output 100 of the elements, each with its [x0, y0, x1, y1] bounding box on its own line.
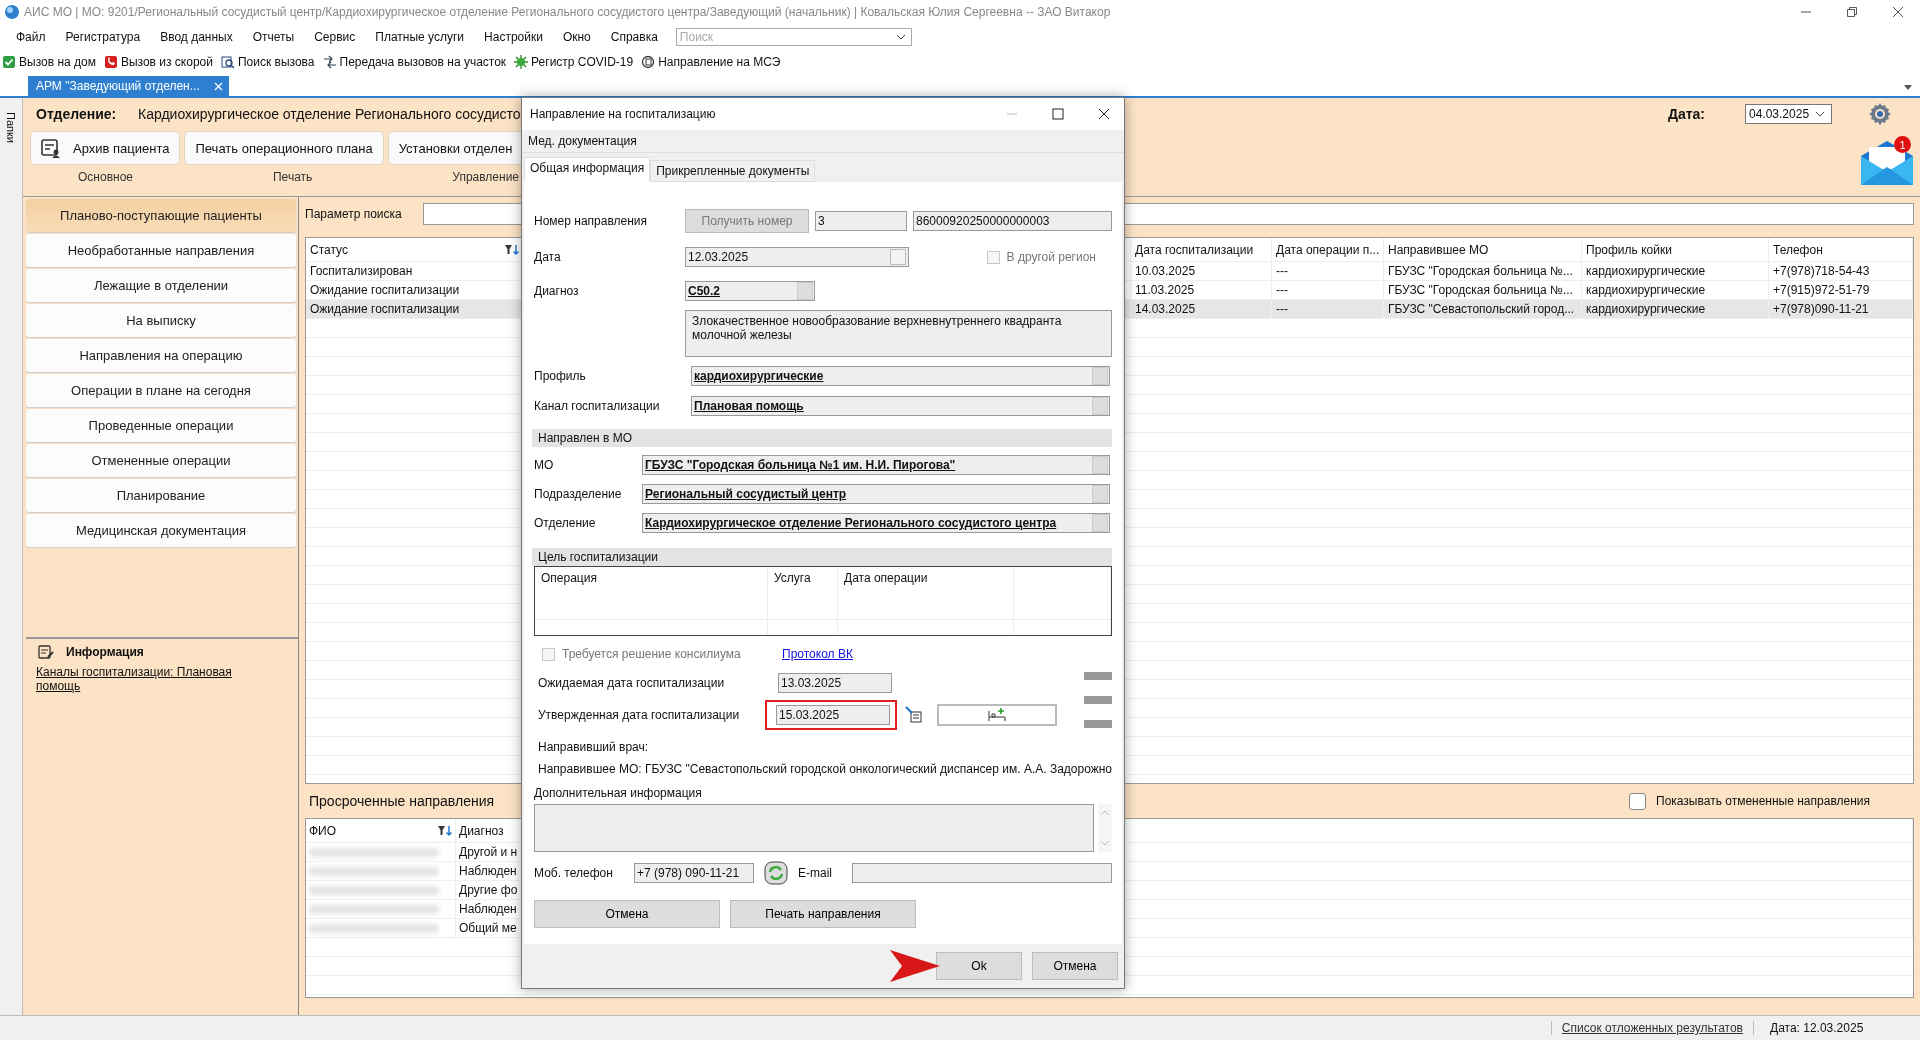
menu-item[interactable]: Окно — [552, 30, 601, 44]
toolbar-button[interactable]: Передача вызовов на участок — [322, 55, 507, 69]
nav-button[interactable]: Медицинская документация — [26, 514, 296, 547]
protocol-link[interactable]: Протокол ВК — [782, 647, 853, 661]
field-label: Направивший врач: — [538, 740, 650, 754]
folders-tab[interactable]: Папки — [5, 112, 17, 143]
transfer-icon — [322, 55, 337, 69]
search-field[interactable]: Поиск — [675, 28, 912, 46]
dialog-button[interactable]: Отмена — [1032, 952, 1118, 980]
maximize-icon[interactable] — [1052, 108, 1064, 120]
column-header[interactable]: Операция — [535, 567, 768, 635]
ribbon-button[interactable]: Печать операционного плана — [184, 131, 384, 165]
refresh-icon[interactable] — [764, 861, 788, 885]
additional-info-field[interactable] — [534, 804, 1094, 852]
column-header[interactable]: Профиль койки — [1582, 238, 1769, 262]
toolbar-handle[interactable] — [1084, 696, 1112, 704]
notification-badge: 1 — [1894, 136, 1911, 153]
lookup-field[interactable]: кардиохирургические — [691, 366, 1110, 386]
toolbar-handle[interactable] — [1084, 672, 1112, 680]
section-header: Цель госпитализации — [532, 548, 1112, 566]
menu-item[interactable]: Платные услуги — [365, 30, 475, 44]
filter-icon[interactable] — [438, 825, 452, 836]
field-label: Моб. телефон — [534, 866, 614, 880]
toolbar-button[interactable]: Регистр COVID-19 — [514, 55, 634, 69]
lookup-field[interactable]: ГБУЗС "Городская больница №1 им. Н.И. Пирогова" — [642, 455, 1110, 475]
calendar-edit-icon[interactable] — [905, 706, 923, 724]
full-number-field[interactable]: 86000920250000000003 — [913, 211, 1112, 231]
lookup-field[interactable]: Региональный сосудистый центр — [642, 484, 1110, 504]
close-icon[interactable] — [1892, 6, 1904, 18]
column-header[interactable]: Направившее МО — [1384, 238, 1582, 262]
search-icon — [221, 55, 235, 69]
restore-icon[interactable] — [1846, 6, 1858, 18]
toolbar-button[interactable]: Поиск вызова — [221, 55, 315, 69]
nav-button[interactable]: Планово-поступающие пациенты — [26, 199, 296, 232]
lookup-field[interactable]: Кардиохирургическое отделение Регионального сосудистого центра — [642, 513, 1110, 533]
document-tab[interactable]: АРМ "Заведующий отделен... — [28, 76, 229, 96]
column-header[interactable]: Дата операции — [838, 567, 1014, 635]
nav-button[interactable]: Планирование — [26, 479, 296, 512]
nav-button[interactable]: Лежащие в отделении — [26, 269, 296, 302]
date-field[interactable]: 13.03.2025 — [778, 673, 892, 693]
toolbar-handle[interactable] — [1084, 720, 1112, 728]
tab[interactable]: Прикрепленные документы — [650, 160, 816, 182]
nav-button[interactable]: Отмененные операции — [26, 444, 296, 477]
checkbox-label: Показывать отмененные направления — [1656, 794, 1870, 808]
tab[interactable]: Общая информация — [524, 157, 651, 182]
nav-button[interactable]: Направления на операцию — [26, 339, 296, 372]
menu-item[interactable]: Регистратура — [55, 30, 151, 44]
column-header[interactable]: Дата операции п... — [1272, 238, 1384, 262]
checkbox[interactable] — [1629, 792, 1646, 810]
scroll-up-icon[interactable] — [1101, 810, 1109, 815]
number-field[interactable]: 3 — [815, 211, 907, 231]
add-bed-button[interactable] — [937, 704, 1057, 726]
menu-item[interactable]: Ввод данных — [150, 30, 243, 44]
nav-button[interactable]: Проведенные операции — [26, 409, 296, 442]
info-link[interactable]: Каналы госпитализации: Плановая помощь — [36, 665, 236, 693]
dropdown-icon[interactable] — [1904, 85, 1912, 90]
ribbon-button[interactable]: Архив пациента — [30, 131, 181, 165]
department-name: Кардиохирургическое отделение Регионального сосудисто — [138, 106, 521, 122]
phone-field[interactable]: +7 (978) 090-11-21 — [634, 863, 754, 883]
checkbox-label: Требуется решение консилиума — [562, 647, 741, 661]
toolbar-button[interactable]: Направление на МСЭ — [641, 55, 781, 69]
calendar-button[interactable] — [890, 249, 906, 265]
nav-button[interactable]: Необработанные направления — [26, 234, 296, 267]
dialog-button[interactable]: Ok — [936, 952, 1022, 980]
menu-item[interactable]: Настройки — [474, 30, 553, 44]
deferred-results-link[interactable]: Список отложенных результатов — [1550, 1021, 1754, 1035]
column-header[interactable]: Услуга — [768, 567, 838, 635]
table-cell: ГБУЗС "Городская больница №... — [1384, 262, 1582, 281]
date-picker[interactable]: 04.03.2025 — [1745, 104, 1832, 124]
scroll-down-icon[interactable] — [1101, 841, 1109, 846]
nav-button[interactable]: Операции в плане на сегодня — [26, 374, 296, 407]
scrollbar[interactable] — [1098, 804, 1112, 852]
close-icon[interactable] — [1098, 108, 1110, 120]
ribbon-button[interactable]: Установки отделен — [387, 131, 524, 165]
date-field[interactable]: 15.03.2025 — [776, 705, 890, 725]
menu-item[interactable]: Файл — [6, 30, 56, 44]
toolbar-button[interactable]: Вызов из скорой — [103, 55, 213, 69]
email-field[interactable] — [852, 863, 1112, 883]
dialog-button[interactable]: Отмена — [534, 900, 720, 928]
column-header[interactable]: Телефон — [1769, 238, 1913, 262]
virus-icon — [514, 55, 529, 69]
mail-icon[interactable] — [1860, 140, 1914, 186]
menu-item[interactable]: Мед. документация — [528, 134, 637, 148]
lookup-field[interactable]: Плановая помощь — [691, 396, 1110, 416]
menu-item[interactable]: Сервис — [304, 30, 366, 44]
toolbar-button[interactable]: Вызов на дом — [2, 55, 96, 69]
column-header[interactable]: Дата госпитализации — [1131, 238, 1272, 262]
menu-item[interactable]: Отчеты — [242, 30, 305, 44]
column-header[interactable]: ФИО — [306, 819, 456, 843]
settings-icon[interactable] — [1868, 102, 1892, 126]
dialog-button[interactable]: Печать направления — [730, 900, 916, 928]
group-label: Печать — [273, 170, 313, 184]
filter-icon[interactable] — [505, 244, 519, 255]
dialog-title: Направление на госпитализацию — [530, 107, 716, 121]
field-label: Канал госпитализации — [534, 399, 661, 413]
nav-button[interactable]: На выписку — [26, 304, 296, 337]
menu-item[interactable]: Справка — [600, 30, 668, 44]
date-field[interactable]: 12.03.2025 — [685, 247, 909, 267]
archive-icon — [41, 138, 61, 158]
diagnosis-text-field[interactable]: Злокачественное новообразование верхневнутреннего квадранта молочной железы — [685, 310, 1112, 357]
